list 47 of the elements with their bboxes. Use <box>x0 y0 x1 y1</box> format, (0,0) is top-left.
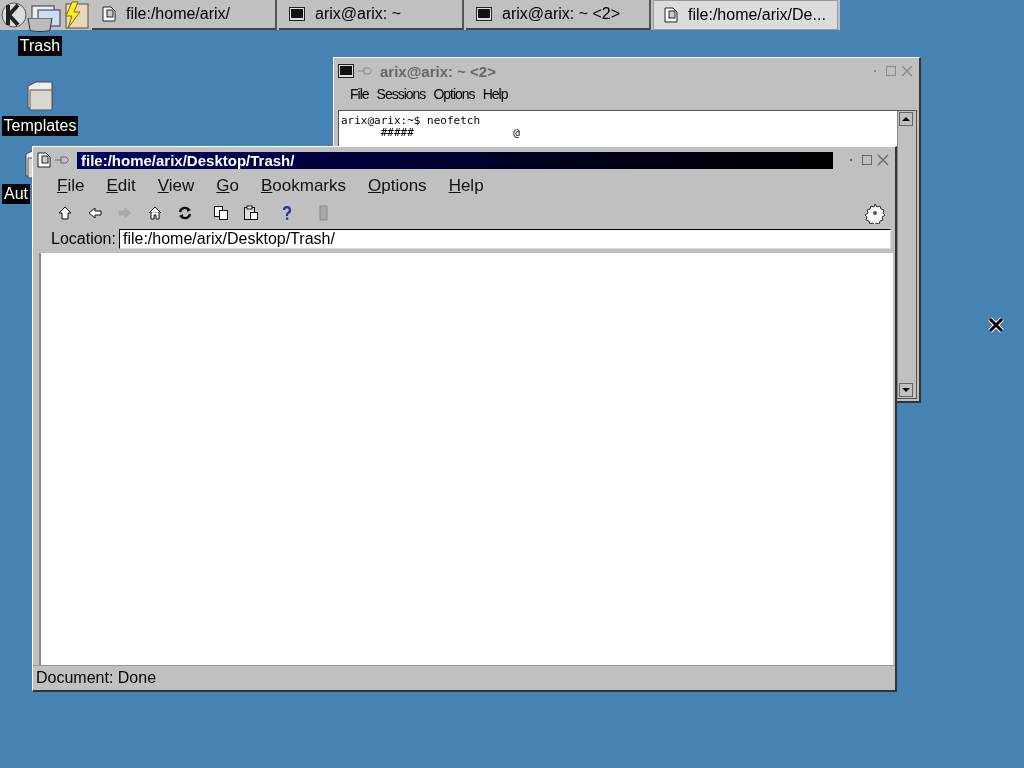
up-arrow-icon[interactable] <box>57 205 73 221</box>
window-title: file:/home/arix/Desktop/Trash/ <box>77 151 833 169</box>
paste-icon[interactable] <box>243 205 259 221</box>
document-icon <box>102 6 116 22</box>
gear-icon[interactable] <box>863 202 887 224</box>
menu-item[interactable]: File <box>350 86 369 102</box>
menu-item[interactable]: Bookmarks <box>261 176 346 196</box>
close-icon[interactable] <box>877 154 889 166</box>
taskbar-button[interactable]: arix@arix: ~ <box>279 0 464 30</box>
menu-item[interactable]: Help <box>482 86 508 102</box>
taskbar-button[interactable]: arix@arix: ~ <2> <box>466 0 651 30</box>
terminal-line: ##### @ <box>379 127 521 139</box>
desktop-icon-label[interactable]: Templates <box>1 116 79 136</box>
status-text: Document: Done <box>36 669 157 687</box>
location-field[interactable]: file:/home/arix/Desktop/Trash/ <box>118 229 891 249</box>
maximize-icon[interactable] <box>861 154 873 166</box>
window-title: arix@arix: ~ <2> <box>380 62 496 80</box>
cursor-icon <box>987 316 1005 334</box>
home-icon[interactable] <box>147 205 163 221</box>
menu-item[interactable]: View <box>157 176 195 196</box>
menu-item[interactable]: Sessions <box>376 86 426 102</box>
menu-item[interactable]: File <box>57 176 85 196</box>
location-label: Location: <box>51 230 116 248</box>
document-icon <box>37 152 51 168</box>
menu-item[interactable]: Help <box>448 176 484 196</box>
trash-icon[interactable] <box>25 18 55 32</box>
scroll-up-icon[interactable] <box>899 112 913 126</box>
scrollbar[interactable] <box>897 111 916 398</box>
desktop-icon-label[interactable]: Trash <box>17 36 63 56</box>
reload-icon[interactable] <box>177 205 193 221</box>
taskbar-button[interactable]: file:/home/arix/ <box>92 0 277 30</box>
scroll-down-icon[interactable] <box>899 383 913 397</box>
taskbar-button[interactable]: file:/home/arix/De... <box>653 0 838 30</box>
menu-item[interactable]: Go <box>216 176 239 196</box>
pin-icon[interactable] <box>55 155 69 165</box>
terminal-line: arix@arix:~$ neofetch <box>341 115 482 127</box>
menu-item[interactable]: Options <box>368 176 427 196</box>
terminal-icon <box>476 7 492 21</box>
terminal-icon <box>289 7 305 21</box>
desktop-icon-label[interactable]: Aut <box>2 184 30 204</box>
document-icon <box>664 7 678 23</box>
back-arrow-icon[interactable] <box>87 205 103 221</box>
menu-item[interactable]: Options <box>433 86 475 102</box>
menu-item[interactable]: Edit <box>106 176 136 196</box>
folder-icon[interactable] <box>24 78 56 112</box>
copy-icon[interactable] <box>213 205 229 221</box>
terminal-icon <box>338 64 354 78</box>
